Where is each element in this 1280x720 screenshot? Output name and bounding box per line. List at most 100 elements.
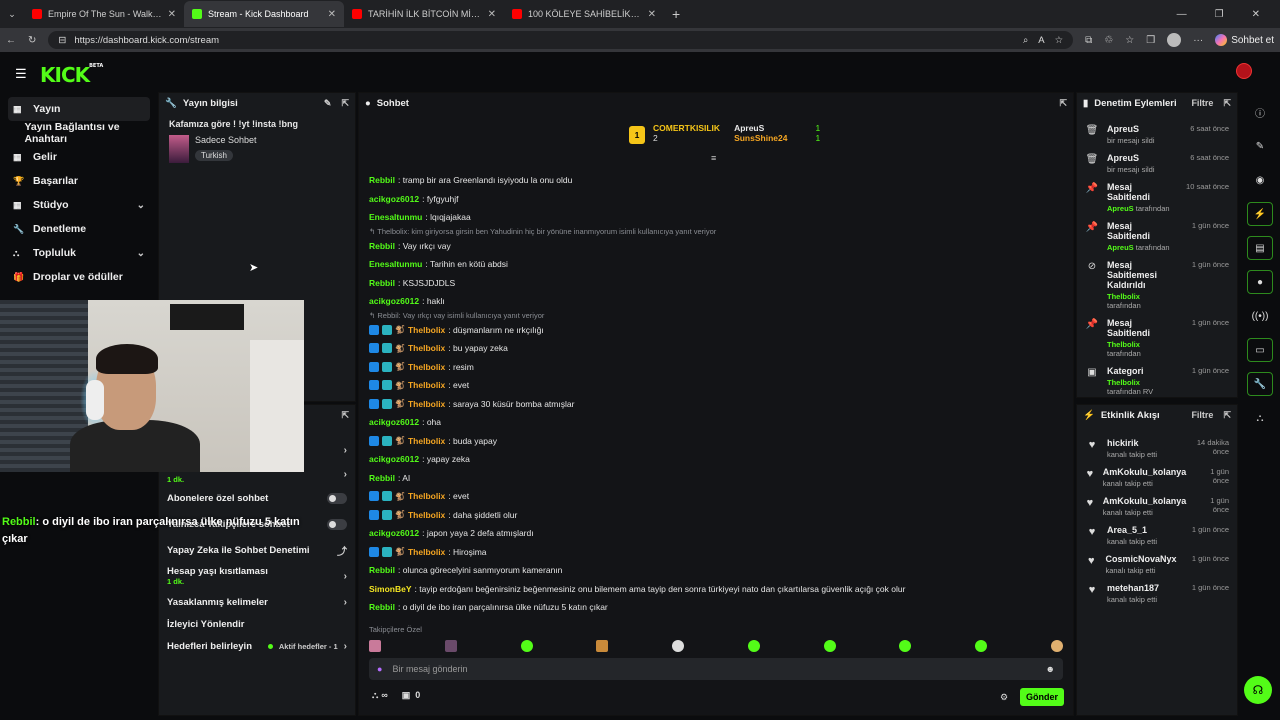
maximize-button[interactable]: ❐	[1215, 9, 1224, 20]
reload-icon[interactable]: ↻	[28, 35, 36, 46]
read-aloud-icon[interactable]: A	[1038, 35, 1044, 46]
chat-message[interactable]: acikgoz6012: oha	[369, 413, 1059, 432]
tab-close-icon[interactable]: ✕	[648, 9, 656, 20]
chat-username[interactable]: Enesaltunmu	[369, 259, 422, 269]
url-field[interactable]: ⊟ https://dashboard.kick.com/stream ⌕ A …	[48, 31, 1074, 49]
emote[interactable]	[672, 640, 685, 652]
close-window-button[interactable]: ✕	[1252, 9, 1260, 20]
chat-username[interactable]: Thelbolix	[408, 380, 445, 390]
chat-message[interactable]: 🐒 Thelbolix: resim	[369, 358, 1059, 377]
chat-username[interactable]: Thelbolix	[408, 343, 445, 353]
chat-message[interactable]: Enesaltunmu: Tarihin en kötü abdsi	[369, 255, 1059, 274]
sidebar-item[interactable]: ▦ Gelir	[0, 145, 158, 169]
chat-message[interactable]: 🐒 Thelbolix: Hiroşima	[369, 543, 1059, 562]
kick-logo[interactable]: KICKBETA	[40, 63, 103, 87]
info-icon[interactable]: ⓘ	[1247, 100, 1273, 124]
back-icon[interactable]: ←	[6, 35, 16, 46]
sidebar-item[interactable]: 🔧 Denetleme	[0, 217, 158, 241]
users-icon[interactable]: ⛬	[1247, 406, 1273, 430]
emoji-icon[interactable]: ☻	[1046, 664, 1055, 674]
emote[interactable]	[369, 640, 381, 652]
chat-message[interactable]: acikgoz6012: yapay zeka	[369, 450, 1059, 469]
chat-message[interactable]: 🐒 Thelbolix: daha şiddetli olur	[369, 506, 1059, 525]
chat-username[interactable]: Enesaltunmu	[369, 212, 422, 222]
chat-message[interactable]: acikgoz6012: japon yaya 2 defa atmışlard…	[369, 524, 1059, 543]
chat-username[interactable]: Rebbil	[369, 602, 395, 612]
send-button[interactable]: Gönder	[1020, 688, 1064, 706]
chat-message[interactable]: 🐒 Thelbolix: bu yapay zeka	[369, 339, 1059, 358]
mic-icon[interactable]: ●	[377, 664, 382, 674]
chat-message[interactable]: Rebbil: tramp bir ara Greenlandı isyiyod…	[369, 171, 1059, 190]
chat-message[interactable]: acikgoz6012: fyfgyuhjf	[369, 190, 1059, 209]
follower-name[interactable]: AmKokulu_kolanya	[1103, 467, 1187, 477]
chat-message[interactable]: Rebbil: o diyil de ibo iran parçalınırsa…	[369, 598, 1059, 617]
chat-settings-icon[interactable]: ⚙	[1000, 692, 1008, 703]
chat-username[interactable]: Thelbolix	[408, 510, 445, 520]
chat-username[interactable]: Rebbil	[369, 278, 395, 288]
wrench-icon[interactable]: 🔧	[1247, 372, 1273, 396]
sidebar-item[interactable]: Yayın Bağlantısı ve Anahtarı	[0, 121, 158, 145]
minimize-button[interactable]: —	[1177, 9, 1187, 20]
menu-icon[interactable]: ☰	[15, 66, 27, 82]
profile-avatar[interactable]	[1167, 33, 1182, 47]
moderation-actor[interactable]: Thelbolix	[1107, 292, 1140, 301]
chat-message[interactable]: Enesaltunmu: lqıqjajakaa	[369, 208, 1059, 227]
chat-icon[interactable]: ●	[1247, 270, 1273, 294]
emote[interactable]	[747, 640, 760, 652]
collections-icon[interactable]: ♲	[1104, 35, 1113, 46]
sidebar-item[interactable]: ▦ Yayın	[8, 97, 150, 121]
chat-username[interactable]: acikgoz6012	[369, 454, 419, 464]
chat-username[interactable]: Thelbolix	[408, 436, 445, 446]
sidebar-item[interactable]: 🎁 Droplar ve ödüller	[0, 265, 158, 289]
emote[interactable]	[520, 640, 533, 652]
emote[interactable]	[596, 640, 609, 652]
followers-only-toggle[interactable]	[327, 518, 347, 530]
copilot-button[interactable]: Sohbet et	[1215, 34, 1274, 46]
more-icon[interactable]: ···	[1193, 35, 1203, 46]
follower-name[interactable]: hickirik	[1107, 438, 1171, 448]
document-icon[interactable]: ▤	[1247, 236, 1273, 260]
sidebar-item[interactable]: ▦ Stüdyo ⌄	[0, 193, 158, 217]
chat-username[interactable]: Thelbolix	[408, 362, 445, 372]
new-tab-button[interactable]: +	[672, 6, 680, 22]
card-icon[interactable]: ▭	[1247, 338, 1273, 362]
emote[interactable]	[823, 640, 836, 652]
zoom-icon[interactable]: ⌕	[1023, 35, 1028, 46]
chat-input[interactable]: ● Bir mesaj gönderin ☻	[369, 658, 1063, 680]
moderation-filter[interactable]: Filtre	[1191, 98, 1213, 109]
chat-message[interactable]: Rebbil: AI	[369, 469, 1059, 488]
extensions-icon[interactable]: ⧉	[1085, 35, 1092, 46]
browser-tab[interactable]: TARİHİN İLK BİTCOİN MİLYARDERİ ✕	[344, 1, 504, 27]
goals-row[interactable]: Hedefleri belirleyin Aktif hedefler - 1 …	[159, 635, 355, 657]
chat-username[interactable]: Thelbolix	[408, 325, 445, 335]
banned-words-row[interactable]: Yasaklanmış kelimeler ›	[159, 591, 355, 613]
favorite-star-icon[interactable]: ☆	[1055, 35, 1064, 46]
chat-username[interactable]: acikgoz6012	[369, 528, 419, 538]
emote[interactable]	[975, 640, 988, 652]
favorites-icon[interactable]: ☆	[1125, 35, 1134, 46]
chat-username[interactable]: Rebbil	[369, 175, 395, 185]
popout-icon[interactable]: ⇱	[1223, 98, 1231, 109]
chat-message[interactable]: 🐒 Thelbolix: saraya 30 küsür bomba atmışl…	[369, 395, 1059, 414]
chat-message[interactable]: 🐒 Thelbolix: evet	[369, 487, 1059, 506]
sidebar-item[interactable]: 🏆 Başarılar	[0, 169, 158, 193]
moderation-actor[interactable]: Thelbolix	[1107, 340, 1140, 349]
chat-username[interactable]: Thelbolix	[408, 491, 445, 501]
emote[interactable]	[899, 640, 912, 652]
user-avatar[interactable]	[1236, 63, 1252, 79]
popout-icon[interactable]: ⇱	[1059, 98, 1067, 109]
account-age-row[interactable]: Hesap yaşı kısıtlaması 1 dk. ›	[159, 561, 355, 591]
chat-username[interactable]: Rebbil	[369, 473, 395, 483]
follower-name[interactable]: AmKokulu_kolanya	[1103, 496, 1187, 506]
edit-icon[interactable]: ✎	[324, 98, 332, 109]
follower-name[interactable]: CosmicNovaNyx	[1105, 554, 1176, 564]
tab-close-icon[interactable]: ✕	[168, 9, 176, 20]
site-info-icon[interactable]: ⊟	[58, 35, 66, 46]
popout-icon[interactable]: ⇱	[1223, 410, 1231, 421]
chat-username[interactable]: Rebbil	[369, 565, 395, 575]
chat-message[interactable]: 🐒 Thelbolix: evet	[369, 376, 1059, 395]
moderation-actor[interactable]: ApreuS	[1107, 243, 1134, 252]
lightning-icon[interactable]: ⚡	[1247, 202, 1273, 226]
chat-message[interactable]: Rebbil: olunca görecelyini sanmıyorum ka…	[369, 561, 1059, 580]
moderation-actor[interactable]: Thelbolix	[1107, 378, 1140, 387]
